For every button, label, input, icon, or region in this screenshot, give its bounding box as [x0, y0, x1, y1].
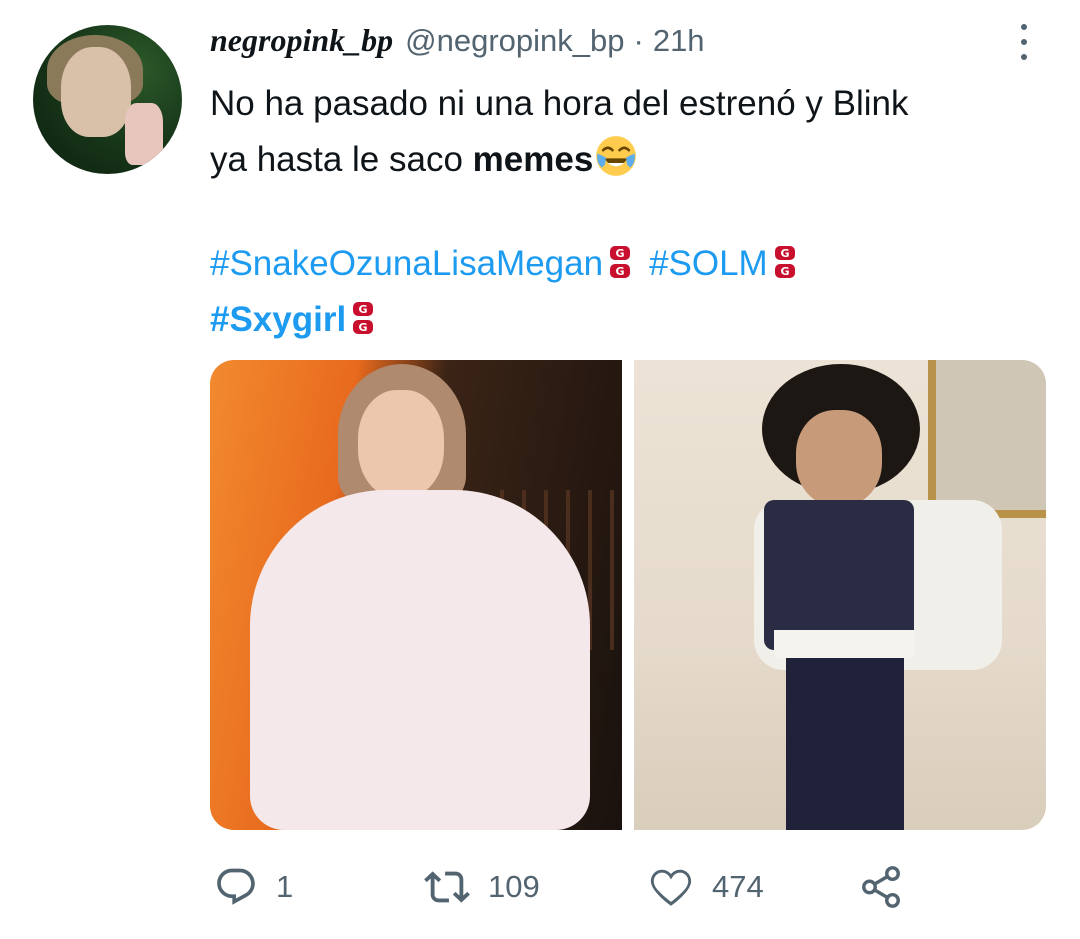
reply-count: 1: [276, 869, 294, 904]
hashtag-link[interactable]: #SnakeOzunaLisaMegan: [210, 244, 603, 283]
hashtags: #SnakeOzunaLisaMegan G G #SOLM G G #Sxyg…: [210, 236, 1040, 348]
timestamp[interactable]: 21h: [653, 23, 705, 59]
action-bar: 1 109 474: [0, 862, 1080, 912]
svg-text:G: G: [616, 265, 625, 278]
share-icon: [862, 866, 900, 908]
tweet-text-line1: No ha pasado ni una hora del estrenó y B…: [210, 84, 909, 123]
hashtag-link[interactable]: #Sxygirl: [210, 300, 346, 339]
tweet-text-line2: ya hasta le saco: [210, 140, 473, 179]
more-options-icon[interactable]: [1016, 24, 1032, 60]
media-photo-left[interactable]: [210, 360, 622, 830]
retweet-button[interactable]: 109: [424, 862, 540, 912]
svg-text:G: G: [359, 303, 368, 316]
separator-dot: ·: [633, 23, 644, 58]
avatar-hand: [125, 103, 163, 165]
svg-text:G: G: [780, 247, 789, 260]
avatar-face: [61, 47, 131, 137]
retweet-icon: [424, 871, 470, 903]
tweet-header: negropink_bp @negropink_bp · 21h: [210, 22, 705, 66]
tweet-text: No ha pasado ni una hora del estrenó y B…: [210, 76, 1040, 188]
retweet-count: 109: [488, 869, 540, 904]
gg-emoji-icon: G G: [353, 302, 374, 334]
share-button[interactable]: [858, 862, 904, 912]
hashtag-link[interactable]: #SOLM: [649, 244, 768, 283]
display-name[interactable]: negropink_bp: [210, 22, 393, 59]
gg-emoji-icon: G G: [774, 246, 795, 278]
avatar[interactable]: [33, 25, 182, 174]
svg-text:G: G: [780, 265, 789, 278]
media-grid: [210, 360, 1046, 830]
heart-icon: [650, 869, 692, 906]
media-photo-right[interactable]: [634, 360, 1046, 830]
tweet-text-bold: memes: [472, 140, 594, 179]
user-handle[interactable]: @negropink_bp: [405, 23, 624, 59]
face-with-tears-of-joy-icon: [596, 136, 637, 176]
reply-button[interactable]: 1: [214, 862, 293, 912]
like-count: 474: [712, 869, 764, 904]
gg-emoji-icon: G G: [610, 246, 631, 278]
reply-icon: [217, 868, 255, 905]
svg-text:G: G: [616, 247, 625, 260]
svg-text:G: G: [359, 321, 368, 334]
like-button[interactable]: 474: [648, 862, 764, 912]
